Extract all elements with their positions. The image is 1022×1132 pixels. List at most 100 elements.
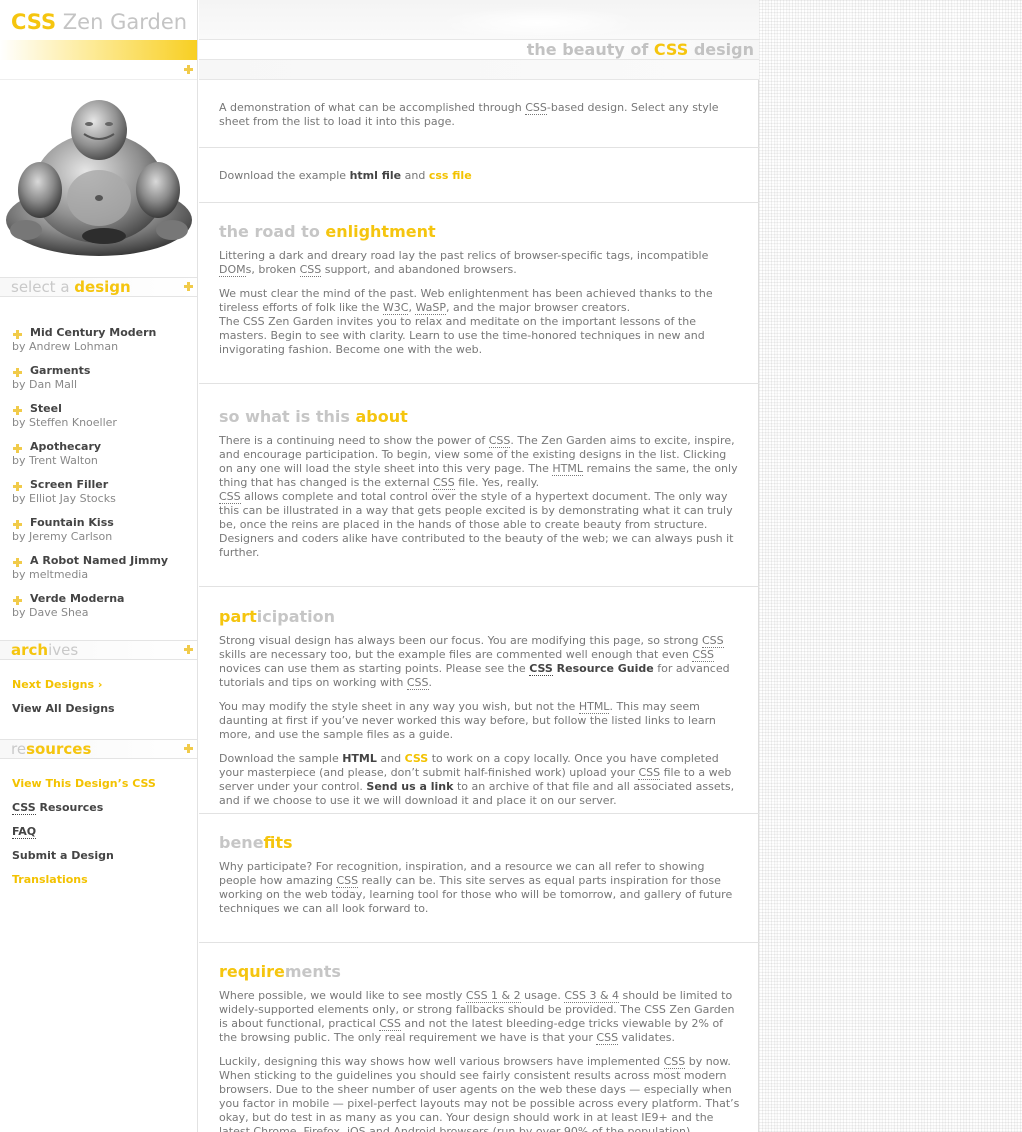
next-designs-link[interactable]: Next Designs ›	[12, 678, 102, 691]
road-heading: the road to enlightment	[219, 222, 436, 241]
intro-section: A demonstration of what can be accomplis…	[199, 80, 759, 148]
designer-link[interactable]: by Dan Mall	[12, 378, 197, 392]
design-item: Mid Century Modern by Andrew Lohman	[12, 326, 197, 364]
about-paragraph-2: CSS allows complete and total control ov…	[219, 490, 734, 559]
submit-design-link[interactable]: Submit a Design	[12, 849, 114, 862]
css-resources-text: Resources	[35, 801, 104, 814]
design-list: Mid Century Modern by Andrew Lohman Garm…	[0, 297, 197, 630]
design-link[interactable]: Mid Century Modern	[12, 326, 197, 340]
logo-css: CSS	[11, 10, 57, 34]
design-link[interactable]: Steel	[12, 402, 197, 416]
design-link[interactable]: Verde Moderna	[12, 592, 197, 606]
heading-yellow-part: design	[74, 278, 131, 296]
design-item: A Robot Named Jimmy by meltmedia	[12, 554, 197, 592]
plus-icon	[184, 744, 193, 753]
design-item: Steel by Steffen Knoeller	[12, 402, 197, 440]
heading-yellow-part: sources	[26, 740, 92, 758]
send-us-link[interactable]: Send us a link	[366, 780, 453, 793]
design-link[interactable]: Garments	[12, 364, 197, 378]
css-abbr: CSS	[525, 101, 547, 115]
road-section: the road to enlightment Littering a dark…	[199, 203, 759, 384]
heading-grey-part: ives	[48, 641, 79, 659]
plus-icon	[184, 282, 193, 291]
main-content: the beauty of CSS design A demonstration…	[199, 0, 759, 1132]
design-link[interactable]: Fountain Kiss	[12, 516, 197, 530]
road-paragraph-1: Littering a dark and dreary road lay the…	[219, 249, 709, 277]
page: CSS Zen Garden select a design Mid Centu…	[0, 0, 759, 1132]
download-paragraph: Download the example html file and css f…	[219, 169, 472, 182]
sidebar: CSS Zen Garden select a design Mid Centu…	[0, 0, 198, 1132]
css-resources-link[interactable]: CSS Resources	[12, 801, 103, 815]
designer-link[interactable]: by Elliot Jay Stocks	[12, 492, 197, 506]
designer-link[interactable]: by Dave Shea	[12, 606, 197, 620]
heading-yellow-part: h	[37, 641, 49, 659]
design-item: Garments by Dan Mall	[12, 364, 197, 402]
view-all-designs-link[interactable]: View All Designs	[12, 702, 115, 715]
sample-css-link[interactable]: CSS	[405, 752, 429, 765]
requirements-paragraph-1: Where possible, we would like to see mos…	[219, 989, 735, 1045]
participation-section: participation Strong visual design has a…	[199, 587, 759, 814]
design-link[interactable]: Apothecary	[12, 440, 197, 454]
plus-icon	[13, 330, 22, 339]
sample-html-link[interactable]: HTML	[342, 752, 377, 765]
designer-link[interactable]: by Jeremy Carlson	[12, 530, 197, 544]
design-link[interactable]: Screen Filler	[12, 478, 197, 492]
about-heading: so what is this about	[219, 407, 408, 426]
html-file-link[interactable]: html file	[350, 169, 402, 182]
heading-yellow-part: arc	[11, 641, 38, 659]
buddha-statue-illustration	[6, 100, 192, 256]
heading-grey-part: select a	[11, 278, 75, 296]
select-design-heading: select a design	[0, 277, 197, 297]
requirements-heading: requirements	[219, 962, 341, 981]
plus-icon	[184, 65, 193, 74]
designer-link[interactable]: by Andrew Lohman	[12, 340, 197, 354]
archives-links: Next Designs › View All Designs	[0, 660, 197, 739]
resources-links: View This Design’s CSS CSS Resources FAQ…	[0, 759, 197, 896]
design-item: Fountain Kiss by Jeremy Carlson	[12, 516, 197, 554]
requirements-paragraph-2: Luckily, designing this way shows how we…	[219, 1055, 740, 1132]
tagline-css: CSS	[653, 40, 689, 59]
css-file-link[interactable]: css file	[429, 169, 472, 182]
buddha-image	[0, 80, 197, 277]
designer-link[interactable]: by Trent Walton	[12, 454, 197, 468]
participation-heading: participation	[219, 607, 336, 626]
designer-link[interactable]: by Steffen Knoeller	[12, 416, 197, 430]
about-paragraph-1: There is a continuing need to show the p…	[219, 434, 738, 490]
site-logo[interactable]: CSS Zen Garden	[0, 0, 197, 40]
intro-paragraph: A demonstration of what can be accomplis…	[219, 101, 719, 128]
about-section: so what is this about There is a continu…	[199, 384, 759, 587]
road-paragraph-3: The CSS Zen Garden invites you to relax …	[219, 315, 705, 356]
archives-heading: archives	[0, 640, 197, 660]
logo-zen-garden: Zen Garden	[62, 10, 188, 34]
participation-paragraph-1: Strong visual design has always been our…	[219, 634, 730, 690]
heading-grey-part: re	[11, 740, 27, 758]
designer-link[interactable]: by meltmedia	[12, 568, 197, 582]
css-resource-guide-link[interactable]: CSS Resource Guide	[529, 662, 654, 676]
css-abbr: CSS	[12, 801, 36, 815]
participation-paragraph-3: Download the sample HTML and CSS to work…	[219, 752, 735, 807]
tagline-grey: design	[688, 40, 754, 59]
plus-icon	[13, 406, 22, 415]
plus-icon	[13, 444, 22, 453]
resources-heading: resources	[0, 739, 197, 759]
design-item: Verde Moderna by Dave Shea	[12, 592, 197, 630]
participation-paragraph-2: You may modify the style sheet in any wa…	[219, 700, 716, 741]
faq-link[interactable]: FAQ	[12, 825, 37, 839]
plus-icon	[13, 520, 22, 529]
benefits-paragraph: Why participate? For recognition, inspir…	[219, 860, 733, 915]
translations-link[interactable]: Translations	[12, 873, 88, 886]
plus-icon	[13, 482, 22, 491]
plus-row	[0, 60, 197, 80]
benefits-section: benefits Why participate? For recognitio…	[199, 814, 759, 943]
download-section: Download the example html file and css f…	[199, 148, 759, 203]
design-item: Screen Filler by Elliot Jay Stocks	[12, 478, 197, 516]
requirements-section: requirements Where possible, we would li…	[199, 943, 759, 1132]
tagline: the beauty of CSS design	[199, 40, 759, 60]
header-cloud-strip	[199, 60, 759, 80]
plus-icon	[13, 368, 22, 377]
header-cloud-banner	[199, 0, 759, 40]
view-design-css-link[interactable]: View This Design’s CSS	[12, 777, 156, 790]
design-link[interactable]: A Robot Named Jimmy	[12, 554, 197, 568]
benefits-heading: benefits	[219, 833, 293, 852]
road-paragraph-2: We must clear the mind of the past. Web …	[219, 287, 713, 315]
